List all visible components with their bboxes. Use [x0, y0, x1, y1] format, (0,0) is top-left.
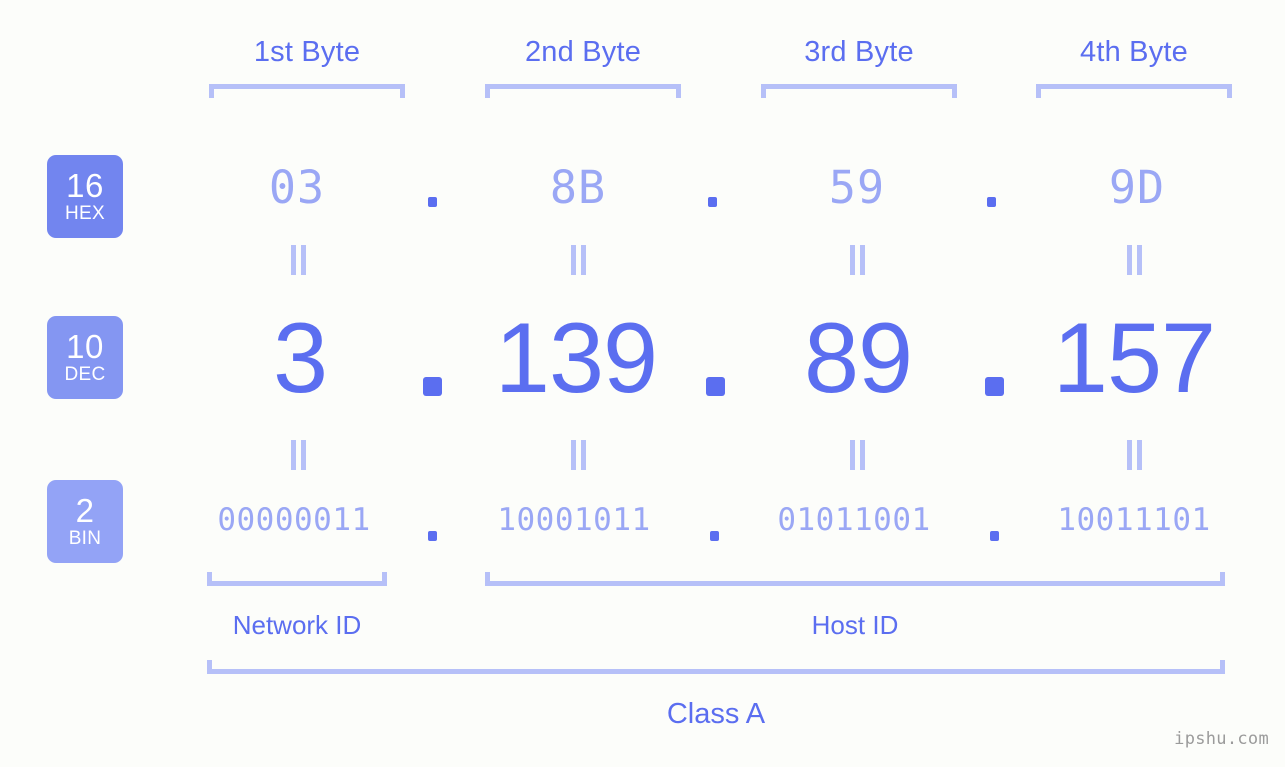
network-id-bracket: [207, 572, 387, 586]
byte-bracket-1: [209, 84, 405, 98]
host-id-bracket: [485, 572, 1225, 586]
dec-separator-dot-1: [423, 377, 442, 396]
hex-separator-dot-2: [708, 197, 717, 207]
bin-octet-3: 01011001: [777, 502, 931, 538]
equals-mark-dec-bin-2: [570, 440, 588, 470]
network-id-label: Network ID: [232, 610, 362, 640]
site-watermark: ipshu.com: [1174, 729, 1269, 749]
base-badge-bin-system: BIN: [68, 527, 102, 549]
byte-bracket-3: [761, 84, 957, 98]
hex-octet-3: 59: [828, 161, 886, 214]
bin-octet-2: 10001011: [497, 502, 651, 538]
bin-separator-dot-2: [710, 531, 719, 541]
hex-octet-1: 03: [268, 161, 326, 214]
byte-header-3: 3rd Byte: [804, 36, 914, 68]
equals-mark-dec-bin-3: [849, 440, 867, 470]
equals-mark-hex-dec-3: [849, 245, 867, 275]
dec-separator-dot-2: [706, 377, 725, 396]
dec-octet-1: 3: [272, 302, 328, 413]
bin-separator-dot-1: [428, 531, 437, 541]
hex-octet-4: 9D: [1108, 161, 1166, 214]
base-badge-hex-number: 16: [66, 166, 104, 204]
base-badge-bin-number: 2: [75, 491, 95, 529]
hex-separator-dot-1: [428, 197, 437, 207]
byte-header-1: 1st Byte: [253, 36, 361, 68]
base-badge-hex-system: HEX: [65, 202, 105, 224]
base-badge-dec-number: 10: [66, 327, 104, 365]
base-badge-dec-system: DEC: [64, 363, 106, 385]
hex-octet-2: 8B: [549, 161, 607, 214]
equals-mark-hex-dec-1: [290, 245, 308, 275]
class-bracket: [207, 660, 1225, 674]
dec-octet-2: 139: [494, 302, 658, 413]
equals-mark-dec-bin-4: [1126, 440, 1144, 470]
base-badge-dec: 10 DEC: [47, 316, 123, 399]
base-badge-bin: 2 BIN: [47, 480, 123, 563]
base-badge-hex: 16 HEX: [47, 155, 123, 238]
hex-separator-dot-3: [987, 197, 996, 207]
dec-octet-4: 157: [1052, 302, 1216, 413]
class-label: Class A: [666, 698, 766, 730]
equals-mark-hex-dec-4: [1126, 245, 1144, 275]
byte-bracket-4: [1036, 84, 1232, 98]
bin-octet-1: 00000011: [217, 502, 371, 538]
bin-octet-4: 10011101: [1057, 502, 1211, 538]
bin-separator-dot-3: [990, 531, 999, 541]
dec-octet-3: 89: [803, 302, 913, 413]
byte-bracket-2: [485, 84, 681, 98]
byte-header-2: 2nd Byte: [524, 36, 642, 68]
byte-header-4: 4th Byte: [1080, 36, 1188, 68]
equals-mark-hex-dec-2: [570, 245, 588, 275]
equals-mark-dec-bin-1: [290, 440, 308, 470]
ip-address-breakdown-diagram: 1st Byte 2nd Byte 3rd Byte 4th Byte 16 H…: [0, 0, 1285, 767]
host-id-label: Host ID: [811, 610, 899, 640]
dec-separator-dot-3: [985, 377, 1004, 396]
